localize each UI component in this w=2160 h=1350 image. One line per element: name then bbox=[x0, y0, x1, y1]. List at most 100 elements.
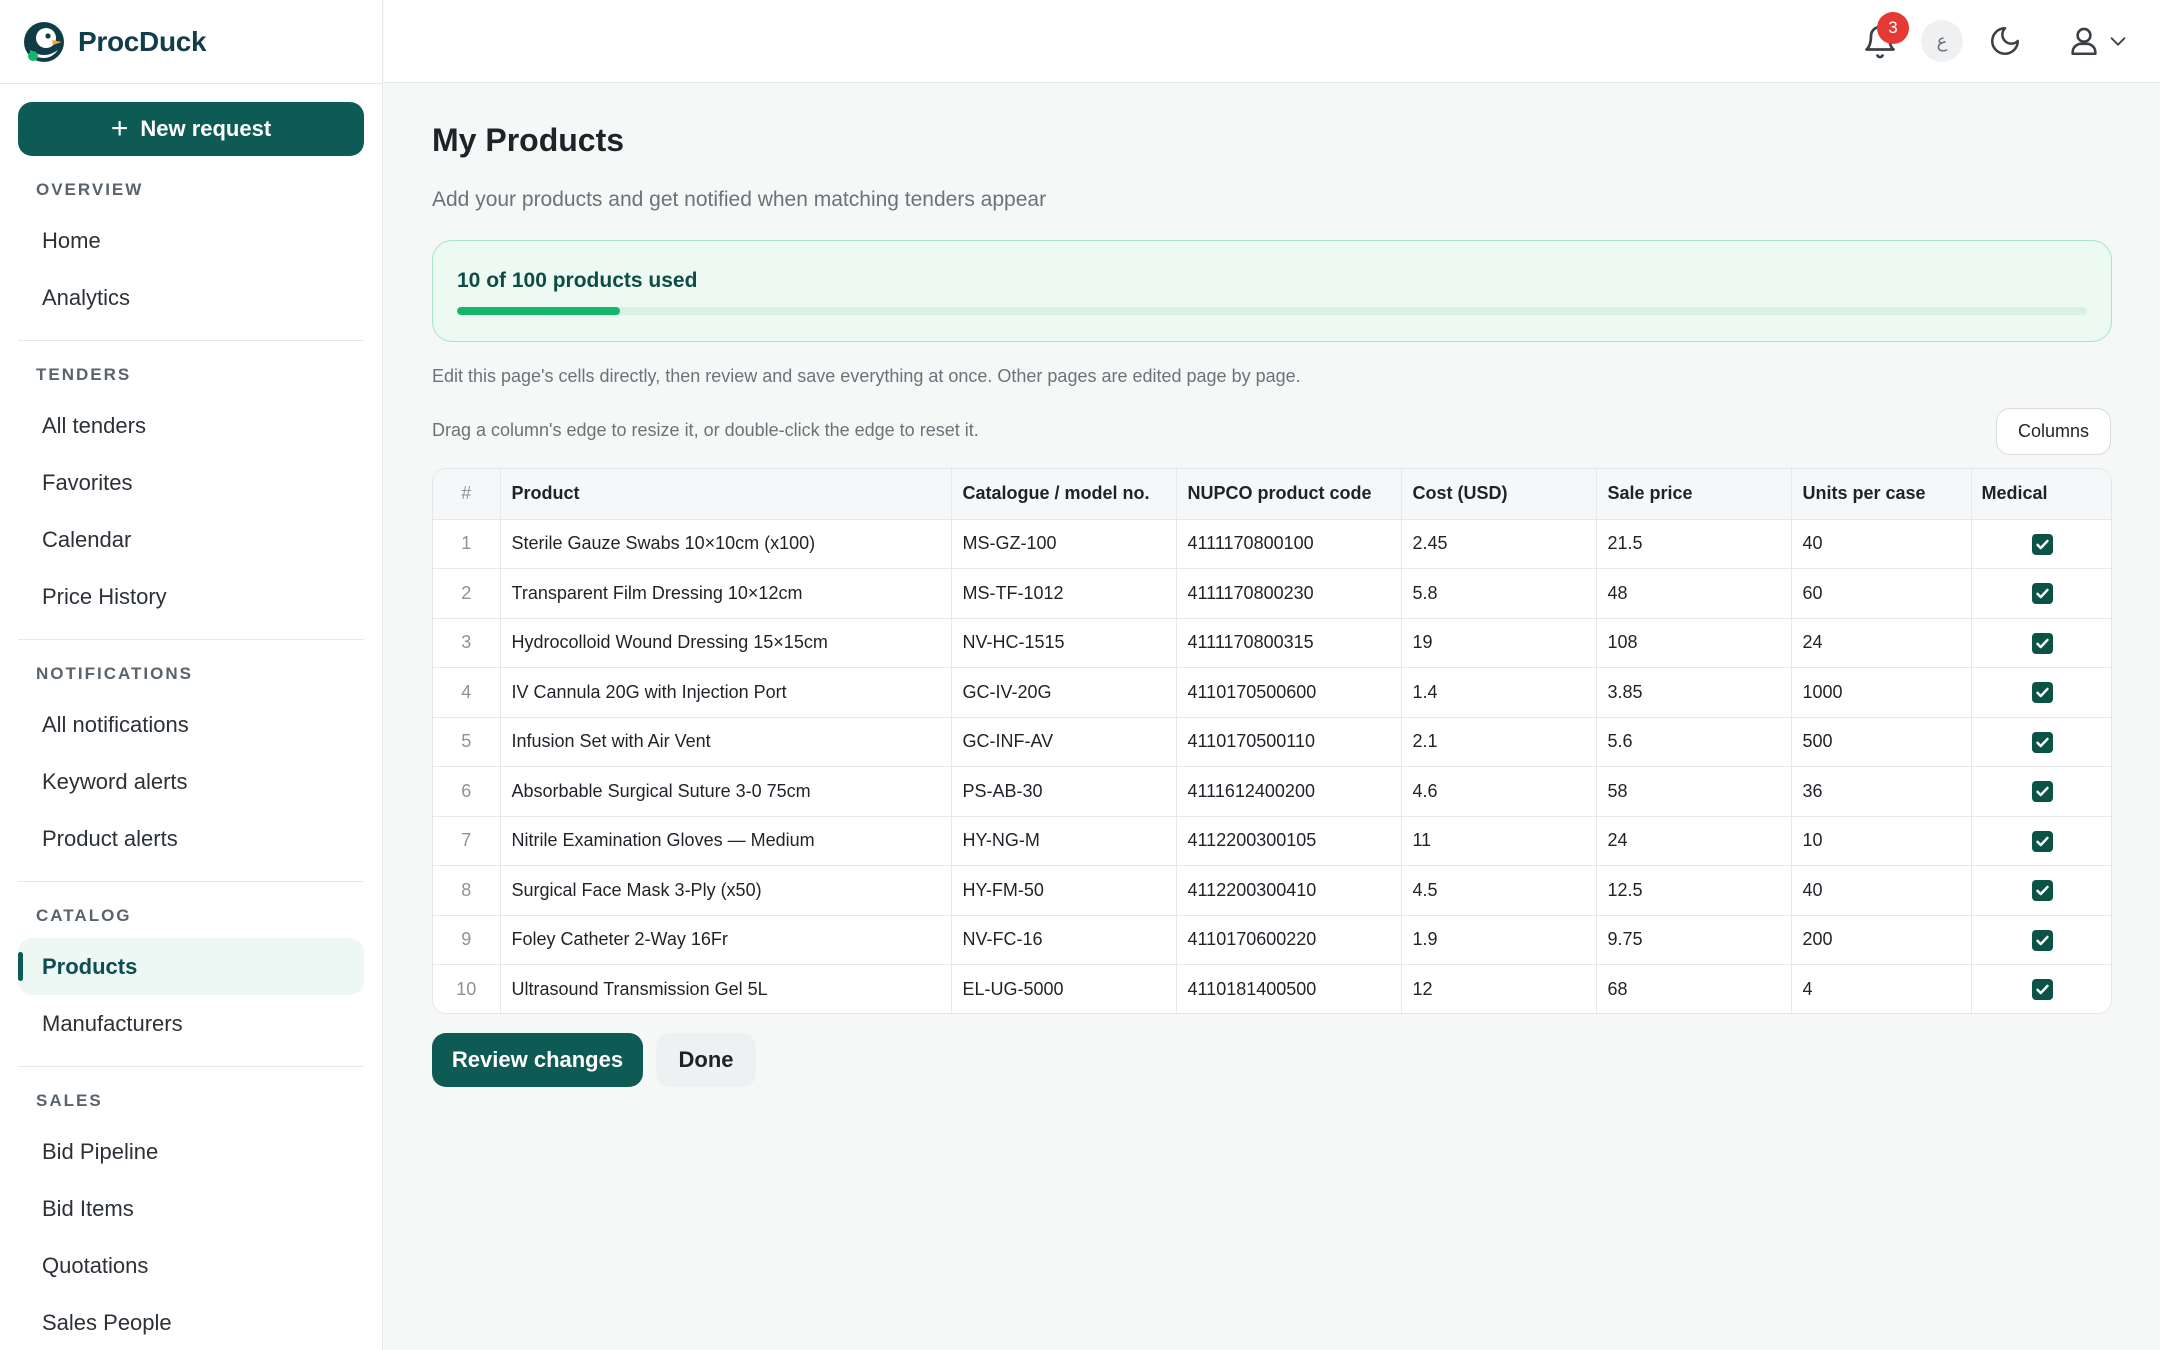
editable-cell[interactable]: MS-TF-1012 bbox=[951, 568, 1177, 619]
sidebar-item-sales-people[interactable]: Sales People bbox=[18, 1294, 364, 1350]
editable-cell[interactable]: 24 bbox=[1791, 618, 1972, 668]
editable-cell[interactable]: 60 bbox=[1791, 568, 1972, 619]
editable-cell[interactable]: 40 bbox=[1791, 865, 1972, 916]
editable-cell[interactable]: 4111170800100 bbox=[1176, 519, 1402, 569]
editable-cell[interactable]: NV-HC-1515 bbox=[951, 618, 1177, 668]
sidebar-item-home[interactable]: Home bbox=[18, 212, 364, 269]
editable-cell[interactable]: Nitrile Examination Gloves — Medium bbox=[500, 816, 952, 866]
editable-cell[interactable]: 3.85 bbox=[1596, 667, 1792, 718]
editable-cell[interactable]: 4110170500600 bbox=[1176, 667, 1402, 718]
editable-cell[interactable]: Absorbable Surgical Suture 3-0 75cm bbox=[500, 766, 952, 817]
column-header[interactable]: # bbox=[433, 469, 501, 520]
editable-cell[interactable]: 21.5 bbox=[1596, 519, 1792, 569]
editable-cell[interactable]: 4111170800315 bbox=[1176, 618, 1402, 668]
editable-cell[interactable]: HY-NG-M bbox=[951, 816, 1177, 866]
editable-cell[interactable]: 11 bbox=[1401, 816, 1597, 866]
sidebar-item-bid-pipeline[interactable]: Bid Pipeline bbox=[18, 1123, 364, 1180]
medical-checkbox[interactable] bbox=[2031, 533, 2053, 555]
editable-cell[interactable]: GC-INF-AV bbox=[951, 717, 1177, 767]
editable-cell[interactable]: 40 bbox=[1791, 519, 1972, 569]
editable-cell[interactable]: 4110181400500 bbox=[1176, 964, 1402, 1013]
medical-checkbox[interactable] bbox=[2031, 880, 2053, 902]
editable-cell[interactable]: 12.5 bbox=[1596, 865, 1792, 916]
editable-cell[interactable]: 4110170600220 bbox=[1176, 915, 1402, 965]
editable-cell[interactable]: 4.6 bbox=[1401, 766, 1597, 817]
sidebar-item-calendar[interactable]: Calendar bbox=[18, 511, 364, 568]
editable-cell[interactable]: 36 bbox=[1791, 766, 1972, 817]
editable-cell[interactable]: 4112200300410 bbox=[1176, 865, 1402, 916]
editable-cell[interactable]: 108 bbox=[1596, 618, 1792, 668]
editable-cell[interactable]: 1000 bbox=[1791, 667, 1972, 718]
review-changes-button[interactable]: Review changes bbox=[432, 1033, 643, 1087]
sidebar-item-all-notifications[interactable]: All notifications bbox=[18, 696, 364, 753]
editable-cell[interactable]: 48 bbox=[1596, 568, 1792, 619]
editable-cell[interactable]: 24 bbox=[1596, 816, 1792, 866]
editable-cell[interactable]: EL-UG-5000 bbox=[951, 964, 1177, 1013]
editable-cell[interactable]: 2.1 bbox=[1401, 717, 1597, 767]
editable-cell[interactable]: Foley Catheter 2-Way 16Fr bbox=[500, 915, 952, 965]
sidebar-item-quotations[interactable]: Quotations bbox=[18, 1237, 364, 1294]
sidebar-item-price-history[interactable]: Price History bbox=[18, 568, 364, 625]
editable-cell[interactable]: GC-IV-20G bbox=[951, 667, 1177, 718]
column-header[interactable]: Product bbox=[500, 469, 952, 520]
editable-cell[interactable]: 2.45 bbox=[1401, 519, 1597, 569]
chevron-down-icon[interactable] bbox=[2107, 30, 2129, 52]
editable-cell[interactable]: Hydrocolloid Wound Dressing 15×15cm bbox=[500, 618, 952, 668]
editable-cell[interactable]: MS-GZ-100 bbox=[951, 519, 1177, 569]
column-header[interactable]: Catalogue / model no. bbox=[951, 469, 1177, 520]
editable-cell[interactable]: 68 bbox=[1596, 964, 1792, 1013]
editable-cell[interactable]: 500 bbox=[1791, 717, 1972, 767]
editable-cell[interactable]: 4111170800230 bbox=[1176, 568, 1402, 619]
medical-checkbox[interactable] bbox=[2031, 830, 2053, 852]
sidebar-item-favorites[interactable]: Favorites bbox=[18, 454, 364, 511]
medical-checkbox[interactable] bbox=[2031, 731, 2053, 753]
column-header[interactable]: Sale price bbox=[1596, 469, 1792, 520]
sidebar-item-manufacturers[interactable]: Manufacturers bbox=[18, 995, 364, 1052]
sidebar-item-analytics[interactable]: Analytics bbox=[18, 269, 364, 326]
editable-cell[interactable]: Ultrasound Transmission Gel 5L bbox=[500, 964, 952, 1013]
editable-cell[interactable]: Infusion Set with Air Vent bbox=[500, 717, 952, 767]
column-header[interactable]: Cost (USD) bbox=[1401, 469, 1597, 520]
editable-cell[interactable]: 58 bbox=[1596, 766, 1792, 817]
new-request-button[interactable]: + New request bbox=[18, 102, 364, 156]
editable-cell[interactable]: 4.5 bbox=[1401, 865, 1597, 916]
language-toggle[interactable]: ع bbox=[1921, 20, 1963, 62]
editable-cell[interactable]: 200 bbox=[1791, 915, 1972, 965]
editable-cell[interactable]: 4112200300105 bbox=[1176, 816, 1402, 866]
editable-cell[interactable]: 9.75 bbox=[1596, 915, 1792, 965]
editable-cell[interactable]: PS-AB-30 bbox=[951, 766, 1177, 817]
column-header[interactable]: Units per case bbox=[1791, 469, 1972, 520]
medical-checkbox[interactable] bbox=[2031, 781, 2053, 803]
columns-button[interactable]: Columns bbox=[1996, 408, 2111, 455]
editable-cell[interactable]: 12 bbox=[1401, 964, 1597, 1013]
sidebar-item-keyword-alerts[interactable]: Keyword alerts bbox=[18, 753, 364, 810]
editable-cell[interactable]: 4110170500110 bbox=[1176, 717, 1402, 767]
medical-checkbox[interactable] bbox=[2031, 583, 2053, 605]
editable-cell[interactable]: 10 bbox=[1791, 816, 1972, 866]
moon-icon[interactable] bbox=[1988, 24, 2022, 58]
editable-cell[interactable]: NV-FC-16 bbox=[951, 915, 1177, 965]
editable-cell[interactable]: 1.9 bbox=[1401, 915, 1597, 965]
logo[interactable]: ProcDuck bbox=[0, 0, 382, 83]
sidebar-item-all-tenders[interactable]: All tenders bbox=[18, 397, 364, 454]
editable-cell[interactable]: 5.8 bbox=[1401, 568, 1597, 619]
editable-cell[interactable]: Sterile Gauze Swabs 10×10cm (x100) bbox=[500, 519, 952, 569]
editable-cell[interactable]: IV Cannula 20G with Injection Port bbox=[500, 667, 952, 718]
sidebar-item-product-alerts[interactable]: Product alerts bbox=[18, 810, 364, 867]
medical-checkbox[interactable] bbox=[2031, 682, 2053, 704]
done-button[interactable]: Done bbox=[656, 1033, 756, 1087]
editable-cell[interactable]: 19 bbox=[1401, 618, 1597, 668]
editable-cell[interactable]: 5.6 bbox=[1596, 717, 1792, 767]
editable-cell[interactable]: Transparent Film Dressing 10×12cm bbox=[500, 568, 952, 619]
medical-checkbox[interactable] bbox=[2031, 632, 2053, 654]
editable-cell[interactable]: 4111612400200 bbox=[1176, 766, 1402, 817]
column-header[interactable]: NUPCO product code bbox=[1176, 469, 1402, 520]
medical-checkbox[interactable] bbox=[2031, 979, 2053, 1001]
editable-cell[interactable]: HY-FM-50 bbox=[951, 865, 1177, 916]
sidebar-item-bid-items[interactable]: Bid Items bbox=[18, 1180, 364, 1237]
column-header[interactable]: Medical bbox=[1971, 469, 2111, 520]
medical-checkbox[interactable] bbox=[2031, 929, 2053, 951]
sidebar-item-products[interactable]: Products bbox=[18, 938, 364, 995]
user-icon[interactable] bbox=[2067, 24, 2101, 58]
editable-cell[interactable]: Surgical Face Mask 3-Ply (x50) bbox=[500, 865, 952, 916]
